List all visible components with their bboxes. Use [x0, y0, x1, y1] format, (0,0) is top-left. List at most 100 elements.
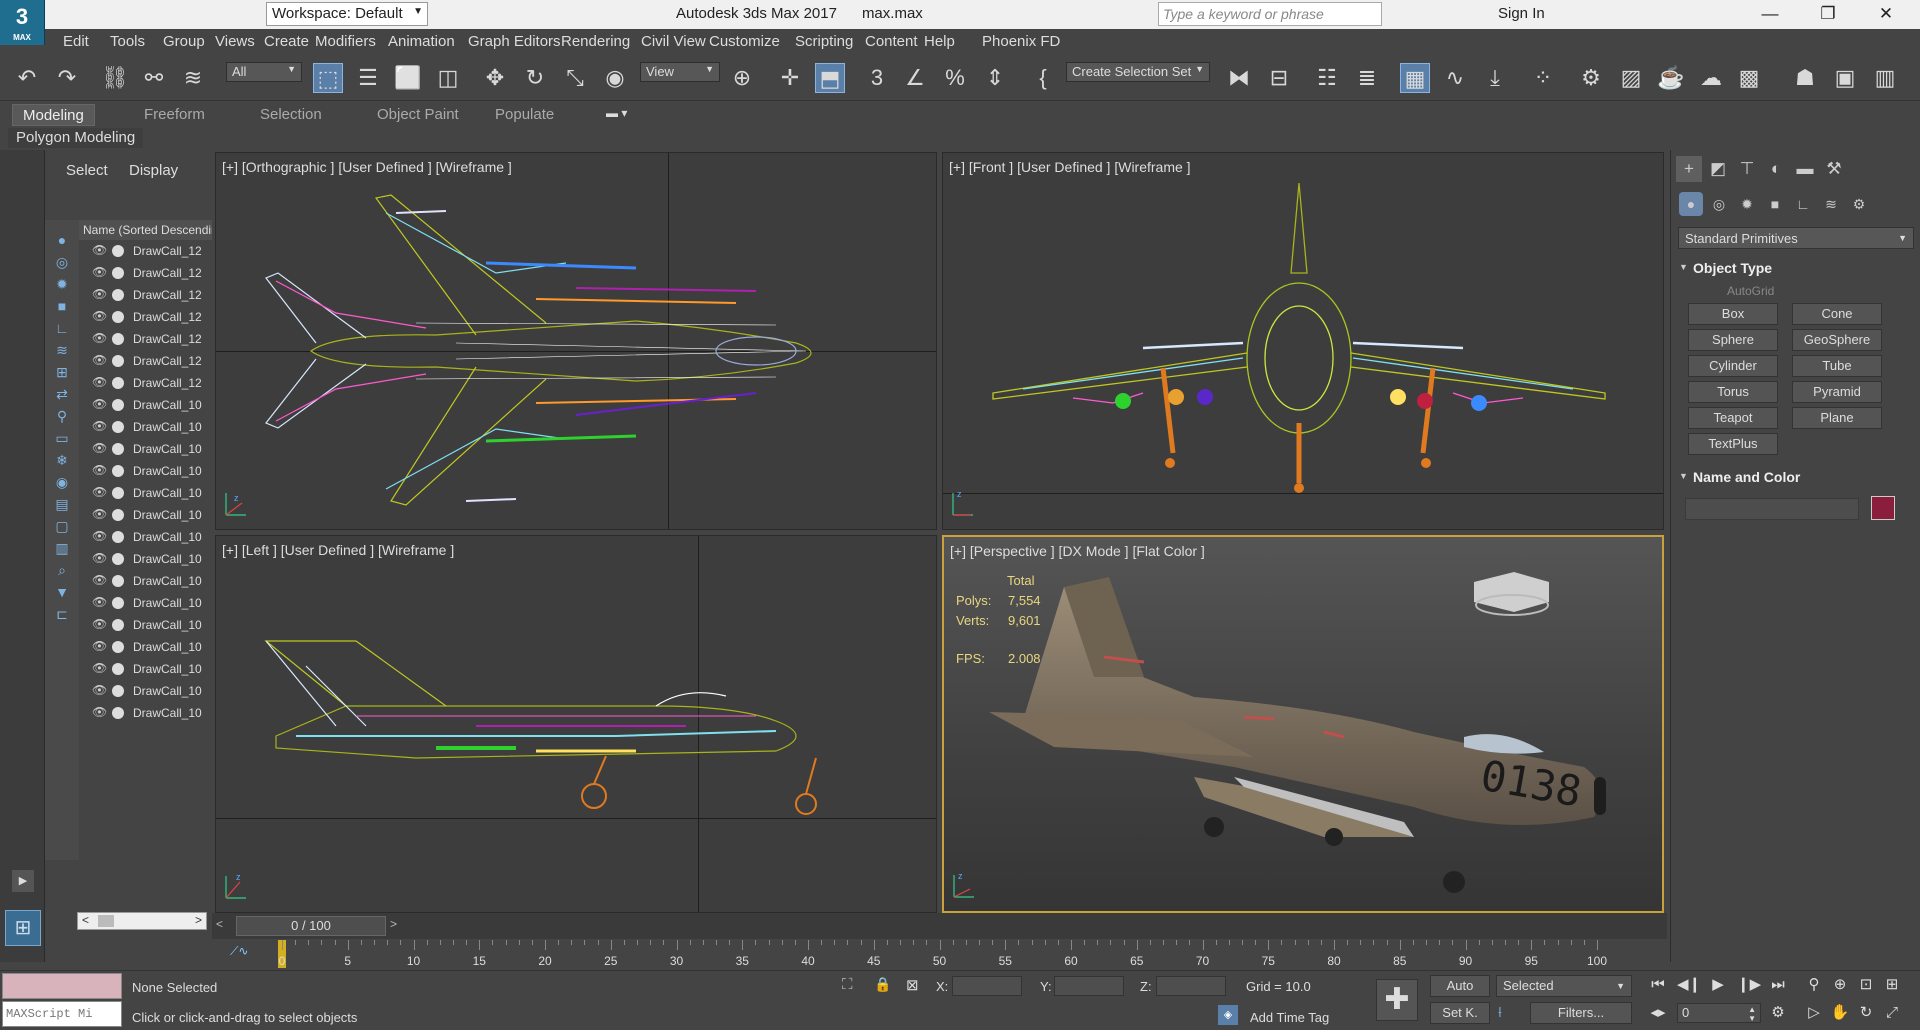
- visibility-eye-icon[interactable]: 👁: [92, 287, 107, 301]
- orbit-icon[interactable]: ↻: [1855, 1002, 1877, 1024]
- ribbon-options-icon[interactable]: ▬ ▾: [606, 106, 627, 120]
- visibility-eye-icon[interactable]: 👁: [92, 705, 107, 719]
- list-item[interactable]: 👁 DrawCall_12: [79, 306, 212, 328]
- groups-filter-icon[interactable]: ⊞: [52, 362, 72, 382]
- freeze-toggle-icon[interactable]: [112, 377, 124, 389]
- visibility-eye-icon[interactable]: 👁: [92, 331, 107, 345]
- list-item[interactable]: 👁 DrawCall_10: [79, 680, 212, 702]
- render-grid-icon[interactable]: ▩: [1734, 63, 1764, 93]
- next-frame-icon[interactable]: ❙▶: [1737, 974, 1761, 996]
- lights-icon[interactable]: ✹: [1735, 192, 1759, 216]
- freeze-toggle-icon[interactable]: [112, 575, 124, 587]
- menu-tools[interactable]: Tools: [110, 33, 145, 50]
- utilities-tab-icon[interactable]: ⚒: [1821, 156, 1847, 182]
- time-slider[interactable]: < 0 / 100 >: [212, 913, 1667, 939]
- menu-help[interactable]: Help: [924, 33, 955, 50]
- render-window-icon[interactable]: ▣: [1830, 63, 1860, 93]
- list-item[interactable]: 👁 DrawCall_10: [79, 526, 212, 548]
- panel-toggle-icon[interactable]: ▥: [1870, 63, 1900, 93]
- percent-snap-icon[interactable]: %: [940, 63, 970, 93]
- list-item[interactable]: 👁 DrawCall_12: [79, 350, 212, 372]
- viewport-left[interactable]: [+] [Left ] [User Defined ] [Wireframe ]…: [215, 535, 937, 913]
- menu-scripting[interactable]: Scripting: [795, 33, 853, 50]
- list-item[interactable]: 👁 DrawCall_10: [79, 394, 212, 416]
- menu-graph-editors[interactable]: Graph Editors: [468, 33, 561, 50]
- geometry-filter-icon[interactable]: ●: [52, 230, 72, 250]
- viewport-layout-icon[interactable]: ⊞: [5, 910, 41, 946]
- viewport-label[interactable]: [+] [Front ] [User Defined ] [Wireframe …: [949, 159, 1191, 175]
- cylinder-button[interactable]: Cylinder: [1688, 355, 1778, 377]
- unlink-icon[interactable]: ⚯: [139, 63, 169, 93]
- scene-explorer-icon[interactable]: ☷: [1312, 63, 1342, 93]
- sign-in-button[interactable]: Sign In: [1498, 5, 1545, 22]
- menu-customize[interactable]: Customize: [709, 33, 780, 50]
- visibility-eye-icon[interactable]: 👁: [92, 551, 107, 565]
- freeze-toggle-icon[interactable]: [112, 531, 124, 543]
- set-key-icon[interactable]: ✚: [1376, 979, 1418, 1021]
- mini-curve-editor-icon[interactable]: ⟋∿: [230, 944, 248, 959]
- rollout-name-and-color[interactable]: Name and Color: [1673, 466, 1919, 488]
- render-teapot-icon[interactable]: ☗: [1790, 63, 1820, 93]
- list-item[interactable]: 👁 DrawCall_10: [79, 460, 212, 482]
- rollout-object-type[interactable]: Object Type: [1673, 257, 1919, 279]
- list-item[interactable]: 👁 DrawCall_10: [79, 614, 212, 636]
- sphere-button[interactable]: Sphere: [1688, 329, 1778, 351]
- selection-set-dropdown[interactable]: Create Selection Set ▼: [1066, 62, 1210, 82]
- move-icon[interactable]: ✥: [480, 63, 510, 93]
- create-tab-icon[interactable]: +: [1676, 156, 1702, 182]
- viewport-label[interactable]: [+] [Left ] [User Defined ] [Wireframe ]: [222, 542, 454, 558]
- hierarchy-tab-icon[interactable]: ⊤: [1734, 156, 1760, 182]
- spacewarps-filter-icon[interactable]: ≋: [52, 340, 72, 360]
- visibility-eye-icon[interactable]: 👁: [92, 397, 107, 411]
- visibility-eye-icon[interactable]: 👁: [92, 529, 107, 543]
- key-mode-icon[interactable]: ⟊: [1498, 1004, 1502, 1021]
- list-item[interactable]: 👁 DrawCall_12: [79, 262, 212, 284]
- tab-display[interactable]: Display: [129, 162, 178, 179]
- field-of-view-icon[interactable]: ▷: [1803, 1002, 1825, 1024]
- list-item[interactable]: 👁 DrawCall_10: [79, 658, 212, 680]
- visibility-eye-icon[interactable]: 👁: [92, 309, 107, 323]
- menu-views[interactable]: Views: [215, 33, 255, 50]
- ribbon-tab-object-paint[interactable]: Object Paint: [377, 106, 459, 123]
- y-coordinate-field[interactable]: [1054, 976, 1124, 996]
- zoom-extents-all-icon[interactable]: ⊞: [1881, 974, 1903, 996]
- pyramid-button[interactable]: Pyramid: [1792, 381, 1882, 403]
- visibility-eye-icon[interactable]: 👁: [92, 595, 107, 609]
- spinner-snap-icon[interactable]: ⇕: [980, 63, 1010, 93]
- freeze-toggle-icon[interactable]: [112, 509, 124, 521]
- filters-button[interactable]: Filters...: [1530, 1002, 1632, 1024]
- scale-icon[interactable]: ⤡: [560, 63, 590, 93]
- render-iterative-icon[interactable]: ☁: [1696, 63, 1726, 93]
- x-coordinate-field[interactable]: [952, 976, 1022, 996]
- isolate-selection-icon[interactable]: ⛶: [842, 976, 853, 993]
- freeze-toggle-icon[interactable]: [112, 465, 124, 477]
- set-key-button[interactable]: Set K.: [1430, 1002, 1490, 1024]
- ribbon-tab-selection[interactable]: Selection: [260, 106, 322, 123]
- visibility-eye-icon[interactable]: 👁: [92, 243, 107, 257]
- list-item[interactable]: 👁 DrawCall_12: [79, 372, 212, 394]
- ribbon-tab-freeform[interactable]: Freeform: [144, 106, 205, 123]
- xrefs-filter-icon[interactable]: ⇄: [52, 384, 72, 404]
- absolute-mode-icon[interactable]: ⊠: [906, 976, 919, 994]
- add-time-tag-button[interactable]: Add Time Tag: [1250, 1010, 1329, 1025]
- object-name-field[interactable]: [1685, 498, 1859, 520]
- maxscript-listener-output[interactable]: [2, 973, 122, 999]
- filter-icon[interactable]: ▼: [52, 582, 72, 602]
- freeze-toggle-icon[interactable]: [112, 421, 124, 433]
- time-next-icon[interactable]: >: [390, 917, 397, 931]
- cone-button[interactable]: Cone: [1792, 303, 1882, 325]
- hidden-filter-icon[interactable]: ◉: [52, 472, 72, 492]
- containers-filter-icon[interactable]: ▭: [52, 428, 72, 448]
- visibility-eye-icon[interactable]: 👁: [92, 375, 107, 389]
- viewport-perspective[interactable]: 0138 [+] [Perspective ] [DX Mode ] [Flat…: [942, 535, 1664, 913]
- freeze-toggle-icon[interactable]: [112, 487, 124, 499]
- render-setup-icon[interactable]: ⚙: [1576, 63, 1606, 93]
- geosphere-button[interactable]: GeoSphere: [1792, 329, 1882, 351]
- modify-tab-icon[interactable]: ◩: [1705, 156, 1731, 182]
- mirror-icon[interactable]: ⧓: [1224, 63, 1254, 93]
- freeze-toggle-icon[interactable]: [112, 597, 124, 609]
- visibility-eye-icon[interactable]: 👁: [92, 683, 107, 697]
- list-item[interactable]: 👁 DrawCall_10: [79, 482, 212, 504]
- viewport-front[interactable]: [+] [Front ] [User Defined ] [Wireframe …: [942, 152, 1664, 530]
- menu-group[interactable]: Group: [163, 33, 205, 50]
